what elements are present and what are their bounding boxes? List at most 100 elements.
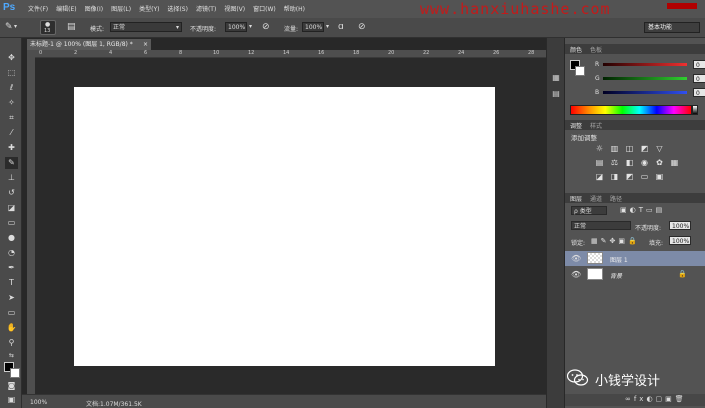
vibrance-icon[interactable]: ▽	[655, 144, 664, 153]
chevron-down-icon[interactable]: ▾	[326, 22, 329, 32]
chevron-down-icon[interactable]: ▾	[249, 22, 252, 32]
quick-mask-icon[interactable]: ◙	[5, 380, 18, 392]
zoom-tool-icon[interactable]: ⚲	[5, 337, 18, 349]
quick-select-tool-icon[interactable]: ✧	[5, 97, 18, 109]
posterize-icon[interactable]: ◨	[610, 172, 619, 181]
path-select-tool-icon[interactable]: ➤	[5, 292, 18, 304]
window-controls[interactable]	[667, 3, 697, 9]
dodge-tool-icon[interactable]: ◔	[5, 247, 18, 259]
black-white-icon[interactable]: ◧	[625, 158, 634, 167]
eyedropper-tool-icon[interactable]: ⁄	[5, 127, 18, 139]
selective-color-icon[interactable]: ▣	[655, 172, 664, 181]
properties-panel-icon[interactable]: ▤	[550, 88, 562, 100]
mode-select[interactable]: 正常 ▾	[110, 22, 182, 32]
marquee-tool-icon[interactable]: ⬚	[5, 67, 18, 79]
layer-filter-select[interactable]: ρ 类型	[571, 206, 607, 215]
pressure-size-icon[interactable]: ⊘	[358, 22, 366, 32]
history-brush-tool-icon[interactable]: ↺	[5, 187, 18, 199]
photo-filter-icon[interactable]: ◉	[640, 158, 649, 167]
fill-input[interactable]: 100%	[669, 236, 691, 245]
color-balance-icon[interactable]: ⚖	[610, 158, 619, 167]
slider-value-b[interactable]: 0	[693, 88, 705, 97]
menu-edit[interactable]: 编辑(E)	[56, 4, 76, 13]
eraser-tool-icon[interactable]: ◪	[5, 202, 18, 214]
slider-value-r[interactable]: 0	[693, 60, 705, 69]
history-panel-icon[interactable]: ▦	[550, 72, 562, 84]
channel-mixer-icon[interactable]: ✿	[655, 158, 664, 167]
tab-color[interactable]: 颜色	[570, 45, 582, 54]
type-tool-icon[interactable]: T	[5, 277, 18, 289]
slider-track-g[interactable]	[603, 77, 687, 80]
ruler-tick: 14	[283, 50, 290, 56]
layer-row-selected[interactable]: 👁 图层 1	[565, 251, 705, 266]
layer-opacity-input[interactable]: 100%	[669, 221, 691, 230]
gradient-map-icon[interactable]: ▭	[640, 172, 649, 181]
healing-brush-tool-icon[interactable]: ✚	[5, 142, 18, 154]
eye-icon[interactable]: 👁	[571, 254, 581, 263]
threshold-icon[interactable]: ◩	[625, 172, 634, 181]
blur-tool-icon[interactable]: ●	[5, 232, 18, 244]
exposure-icon[interactable]: ◩	[640, 144, 649, 153]
slider-value-g[interactable]: 0	[693, 74, 705, 83]
layer-action-icons[interactable]: ∞fx◐▢▣🗑	[625, 395, 687, 403]
menu-filter[interactable]: 滤镜(T)	[196, 4, 216, 13]
lasso-tool-icon[interactable]: ℓ	[5, 82, 18, 94]
tab-adjustments[interactable]: 调整	[570, 121, 582, 130]
brightness-icon[interactable]: ☼	[595, 144, 604, 153]
tab-channels[interactable]: 通道	[590, 194, 602, 203]
hand-tool-icon[interactable]: ✋	[5, 322, 18, 334]
tab-swatches[interactable]: 色板	[590, 45, 602, 54]
tab-paths[interactable]: 路径	[610, 194, 622, 203]
brush-panel-icon[interactable]: ▤	[67, 22, 76, 32]
layer-row[interactable]: 👁 背景 🔒	[565, 267, 705, 282]
brush-tool-icon[interactable]: ✎	[5, 22, 13, 32]
chevron-down-icon[interactable]: ▾	[14, 22, 17, 32]
gradient-tool-icon[interactable]: ▭	[5, 217, 18, 229]
eye-icon[interactable]: 👁	[571, 270, 581, 279]
crop-tool-icon[interactable]: ⌗	[5, 112, 18, 124]
menu-window[interactable]: 窗口(W)	[253, 4, 276, 13]
blend-mode-select[interactable]: 正常	[571, 221, 631, 230]
invert-icon[interactable]: ◪	[595, 172, 604, 181]
screen-mode-icon[interactable]: ▣	[5, 394, 18, 406]
zoom-level[interactable]: 100%	[30, 399, 47, 406]
opacity-input[interactable]: 100%	[225, 22, 247, 32]
menu-view[interactable]: 视图(V)	[224, 4, 245, 13]
menu-image[interactable]: 图像(I)	[85, 4, 103, 13]
pen-tool-icon[interactable]: ✒	[5, 262, 18, 274]
curves-icon[interactable]: ◫	[625, 144, 634, 153]
brush-preset-picker[interactable]: ● 13	[40, 20, 56, 35]
lock-icons[interactable]: ▦✎✥▣🔒	[591, 237, 640, 245]
color-spectrum[interactable]	[570, 105, 692, 115]
workspace-select[interactable]: 基本功能	[644, 22, 700, 33]
filter-icons[interactable]: ▣◐T▭▤	[620, 206, 665, 214]
tab-styles[interactable]: 样式	[590, 121, 602, 130]
brush-tool-icon[interactable]: ✎	[5, 157, 18, 169]
airbrush-icon[interactable]: ɑ	[338, 22, 344, 32]
flow-input[interactable]: 100%	[302, 22, 324, 32]
swap-colors-icon[interactable]: ⇆	[5, 350, 18, 362]
background-color-swatch[interactable]	[10, 368, 20, 378]
pressure-opacity-icon[interactable]: ⊘	[262, 22, 270, 32]
document-canvas[interactable]	[74, 87, 495, 366]
move-tool-icon[interactable]: ✥	[5, 52, 18, 64]
spectrum-grayscale[interactable]	[692, 105, 698, 115]
menu-help[interactable]: 帮助(H)	[284, 4, 305, 13]
document-tab[interactable]: 未标题-1 @ 100% (图层 1, RGB/8) * ×	[27, 39, 151, 50]
fill-label: 填充:	[649, 240, 664, 247]
clone-stamp-tool-icon[interactable]: ⊥	[5, 172, 18, 184]
ruler-tick: 28	[528, 50, 535, 56]
menu-layer[interactable]: 图层(L)	[111, 4, 131, 13]
hue-saturation-icon[interactable]: ▤	[595, 158, 604, 167]
close-icon[interactable]: ×	[143, 39, 148, 50]
menu-file[interactable]: 文件(F)	[28, 4, 48, 13]
menu-select[interactable]: 选择(S)	[167, 4, 188, 13]
tab-layers[interactable]: 图层	[570, 194, 582, 203]
levels-icon[interactable]: ▥	[610, 144, 619, 153]
menu-type[interactable]: 类型(Y)	[139, 4, 159, 13]
color-lookup-icon[interactable]: ▦	[670, 158, 679, 167]
color-panel-background[interactable]	[575, 66, 585, 76]
slider-track-r[interactable]	[603, 63, 687, 66]
slider-track-b[interactable]	[603, 91, 687, 94]
rectangle-tool-icon[interactable]: ▭	[5, 307, 18, 319]
